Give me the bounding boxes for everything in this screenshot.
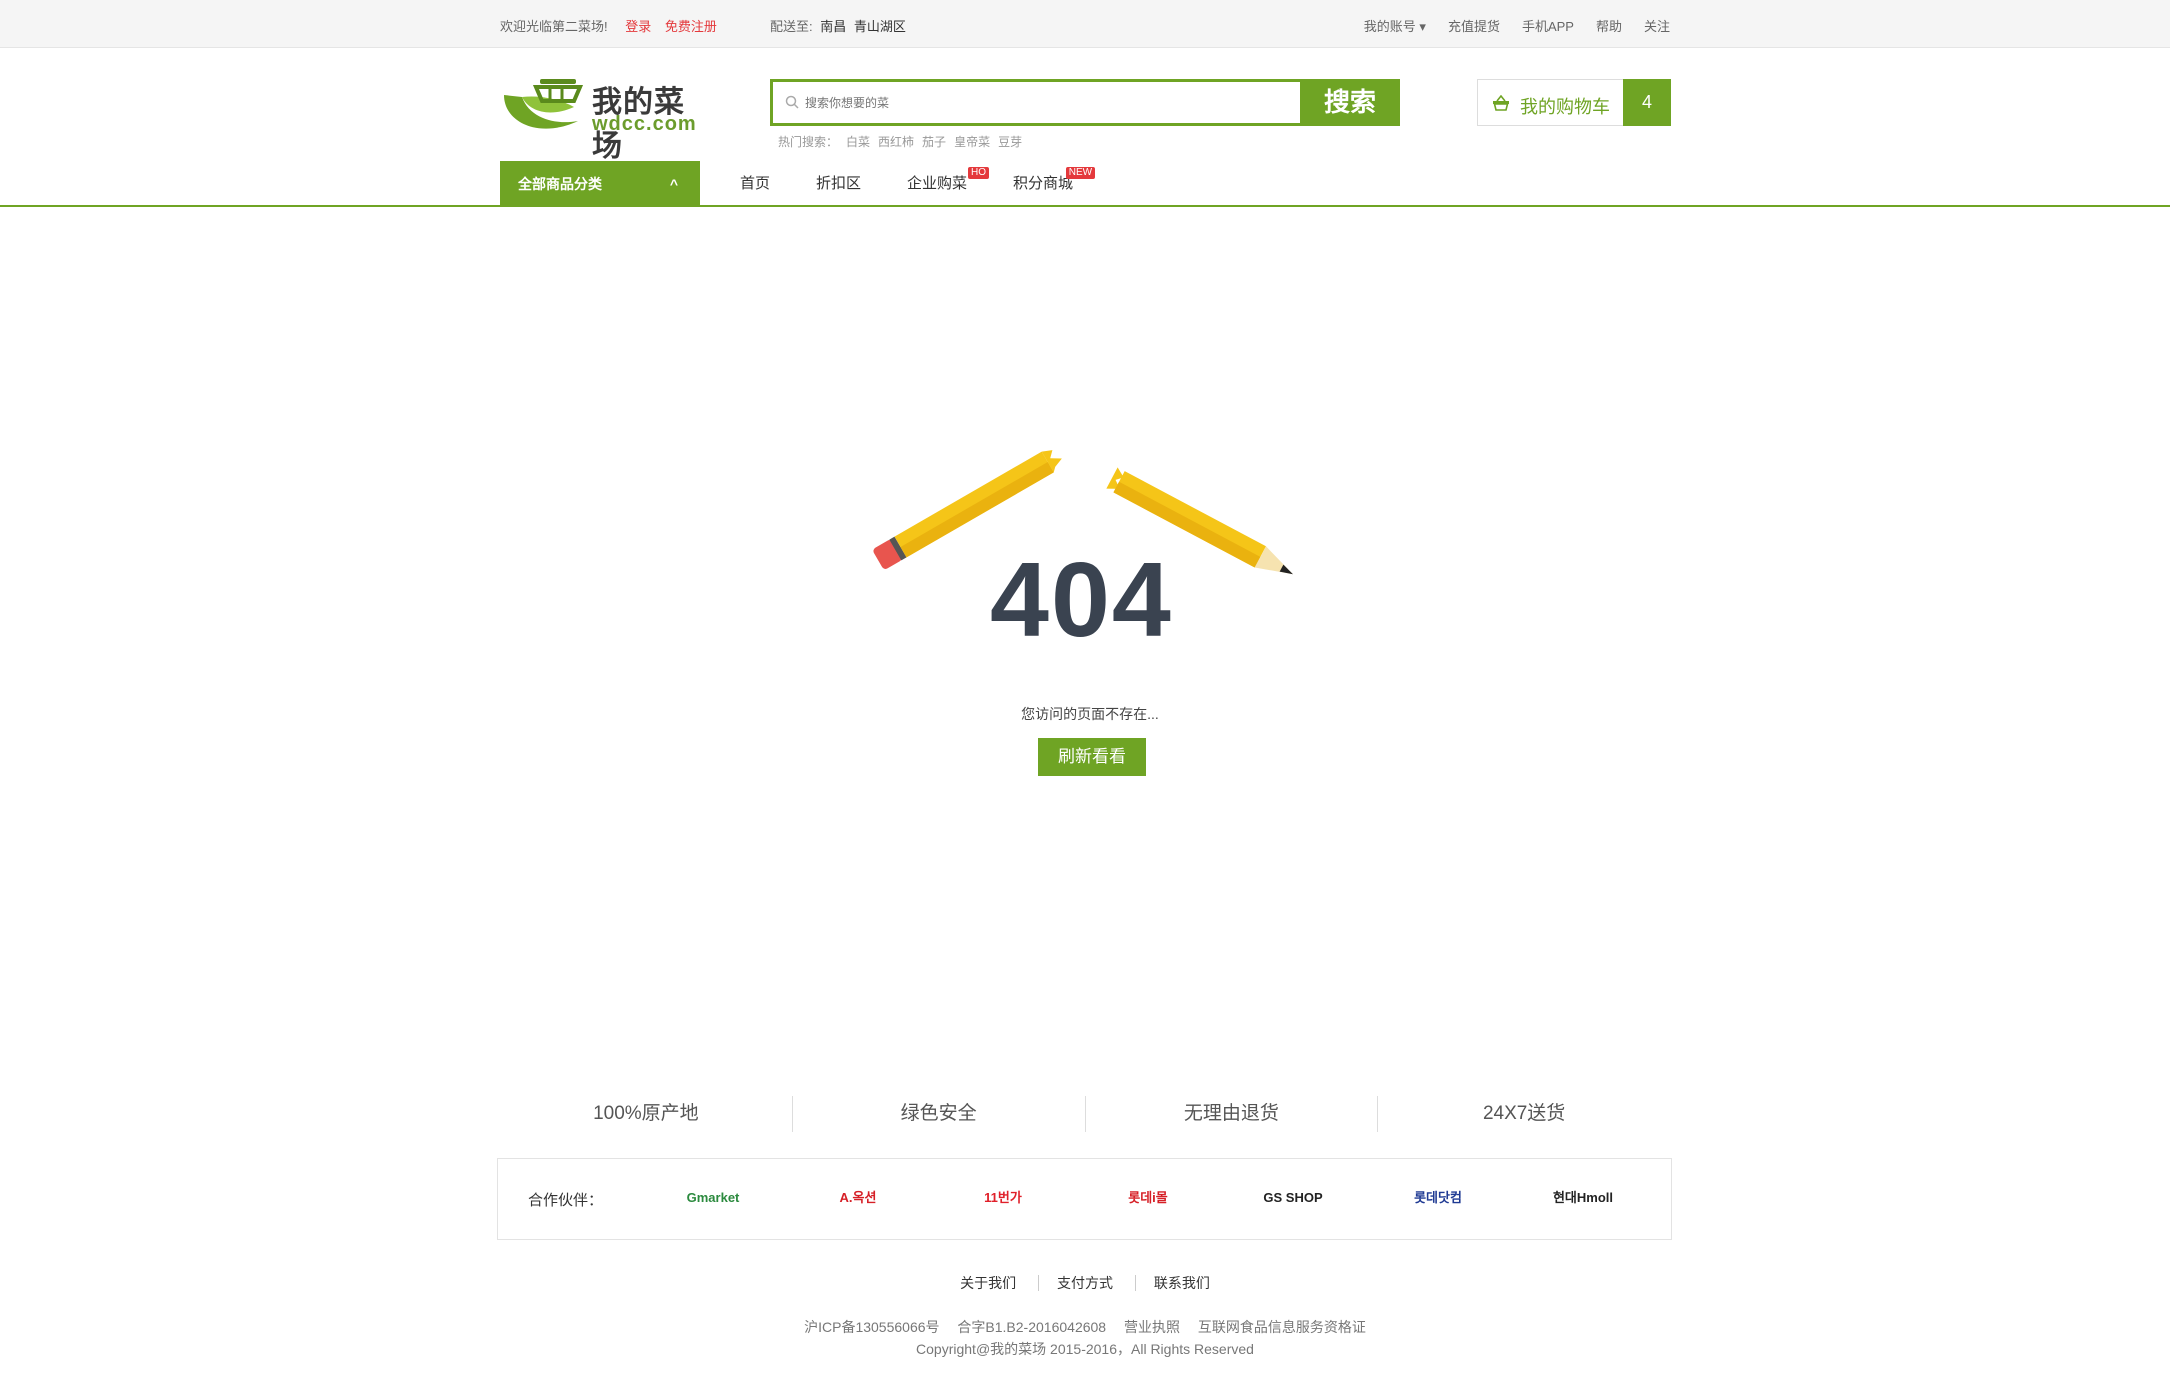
partner-logo-gmarket[interactable]: Gmarket (658, 1189, 768, 1207)
cart-count-badge: 4 (1623, 79, 1671, 126)
my-account-link[interactable]: 我的账号 ▾ (1364, 16, 1426, 35)
food-license-link[interactable]: 互联网食品信息服务资格证 (1198, 1319, 1366, 1335)
nav-items: 首页 折扣区 企业购菜 HO 积分商城 NEW (740, 161, 1119, 207)
business-license-link[interactable]: 营业执照 (1124, 1319, 1180, 1335)
login-link[interactable]: 登录 (625, 19, 651, 34)
main-nav: 全部商品分类 ^ 首页 折扣区 企业购菜 HO 积分商城 NEW (0, 161, 2170, 207)
basket-icon (1493, 95, 1509, 111)
follow-link[interactable]: 关注 (1644, 16, 1670, 35)
partner-logo-hmall[interactable]: 현대Hmoll (1528, 1189, 1638, 1207)
mobile-app-link[interactable]: 手机APP (1522, 16, 1574, 35)
nav-item-label: 折扣区 (816, 175, 862, 192)
hot-item[interactable]: 皇帝菜 (954, 133, 990, 150)
cart-button[interactable]: 我的购物车 4 (1477, 79, 1671, 126)
refresh-button[interactable]: 刷新看看 (1038, 738, 1146, 776)
deliver-district: 青山湖区 (853, 19, 906, 34)
footer-licenses: 沪ICP备130556066号 合字B1.B2-2016042608 营业执照 … (0, 1317, 2170, 1337)
hot-item[interactable]: 茄子 (922, 133, 946, 150)
nav-item-points-mall[interactable]: 积分商城 NEW (1013, 161, 1096, 207)
footer-link-about[interactable]: 关于我们 (942, 1275, 1034, 1291)
recharge-link[interactable]: 充值提货 (1448, 16, 1500, 35)
error-message: 您访问的页面不存在... (1021, 706, 1159, 722)
search-input[interactable] (805, 82, 1255, 123)
hot-searches: 热门搜索： 白菜 西红柿 茄子 皇帝菜 豆芽 (778, 133, 1022, 150)
logo-domain: wdcc.com (592, 113, 697, 135)
copyright: Copyright@我的菜场 2015-2016，All Rights Rese… (916, 1341, 1254, 1357)
partners-label: 合作伙伴： (528, 1192, 604, 1209)
partner-logo-lotte-imall[interactable]: 롯데i몰 (1093, 1189, 1203, 1207)
hot-badge: HO (968, 167, 990, 179)
nav-item-label: 企业购菜 (907, 175, 968, 192)
delivery-location[interactable]: 配送至: 南昌 青山湖区 (770, 16, 906, 35)
partner-logo-gsshop[interactable]: GS SHOP (1238, 1189, 1348, 1207)
partner-list: Gmarket A.옥션 11번가 롯데i몰 GS SHOP 롯데닷컴 현대Hm… (658, 1189, 1638, 1207)
register-link[interactable]: 免费注册 (665, 19, 717, 34)
deliver-label: 配送至: (770, 19, 813, 34)
feature-item: 100%原产地 (593, 1103, 699, 1124)
welcome-text: 欢迎光临第二菜场! (500, 19, 608, 34)
search-button[interactable]: 搜索 (1300, 79, 1400, 126)
logo-leaf-icon (504, 79, 584, 129)
nav-item-home[interactable]: 首页 (740, 161, 770, 207)
all-categories-button[interactable]: 全部商品分类 ^ (500, 161, 700, 207)
help-link[interactable]: 帮助 (1596, 16, 1622, 35)
nav-item-label: 首页 (740, 175, 771, 192)
feature-item: 绿色安全 (791, 1096, 1085, 1132)
caret-up-icon: ^ (669, 176, 678, 192)
feature-item: 24X7送货 (1377, 1096, 1670, 1132)
top-bar: 欢迎光临第二菜场! 登录 免费注册 配送至: 南昌 青山湖区 我的账号 ▾ 充值… (0, 0, 2170, 48)
hot-label: 热门搜索： (778, 135, 839, 149)
hot-item[interactable]: 白菜 (846, 133, 870, 150)
new-badge: NEW (1065, 167, 1096, 179)
nav-item-label: 积分商城 (1013, 175, 1074, 192)
footer-link-payment[interactable]: 支付方式 (1038, 1275, 1131, 1291)
nav-item-discount[interactable]: 折扣区 (816, 161, 861, 207)
partner-logo-auction[interactable]: A.옥션 (803, 1189, 913, 1207)
top-links: 我的账号 ▾ 充值提货 手机APP 帮助 关注 (1364, 16, 1670, 35)
footer-link-contact[interactable]: 联系我们 (1134, 1275, 1228, 1291)
cart-label: 我的购物车 (1520, 97, 1610, 117)
footer-links: 关于我们 支付方式 联系我们 (0, 1273, 2170, 1293)
error-panel: 404 您访问的页面不存在... 刷新看看 (840, 430, 1340, 776)
hot-item[interactable]: 豆芽 (998, 133, 1022, 150)
partner-logo-11st[interactable]: 11번가 (948, 1189, 1058, 1207)
icp-number: 沪ICP备130556066号 (804, 1319, 940, 1335)
hot-item[interactable]: 西红柿 (878, 133, 914, 150)
search-icon (785, 95, 799, 109)
site-logo[interactable]: 我的菜场 wdcc.com (500, 73, 710, 163)
error-code: 404 (990, 541, 1173, 659)
nav-item-enterprise[interactable]: 企业购菜 HO (907, 161, 990, 207)
partners-section: 合作伙伴： Gmarket A.옥션 11번가 롯데i몰 GS SHOP 롯데닷… (497, 1158, 1672, 1240)
feature-item: 无理由退货 (1084, 1096, 1378, 1132)
welcome-area: 欢迎光临第二菜场! 登录 免费注册 (500, 16, 717, 35)
all-categories-label: 全部商品分类 (518, 176, 602, 192)
deliver-city: 南昌 (820, 19, 847, 34)
license-number: 合字B1.B2-2016042608 (957, 1319, 1107, 1335)
search-box: 搜索 (770, 79, 1400, 126)
service-features: 100%原产地 绿色安全 无理由退货 24X7送货 (500, 1096, 1670, 1132)
partner-logo-lotte-com[interactable]: 롯데닷컴 (1383, 1189, 1493, 1207)
